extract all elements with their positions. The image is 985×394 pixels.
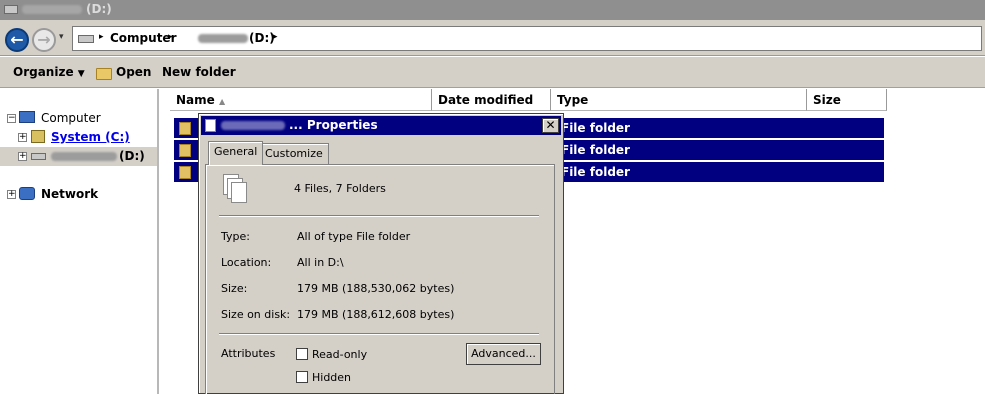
command-bar: Organize ▼ Open New folder <box>0 57 985 88</box>
breadcrumb-separator-icon[interactable]: ▸ <box>273 32 278 42</box>
redacted-drive-name <box>22 5 82 14</box>
collapse-icon[interactable]: − <box>7 114 16 123</box>
type-value: All of type File folder <box>297 230 411 243</box>
type-label: Type: <box>221 230 250 243</box>
tree-item-network[interactable]: + Network <box>0 185 157 204</box>
computer-icon <box>19 111 35 123</box>
properties-dialog: ... Properties ✕ General Customize 4 Fil… <box>198 113 564 394</box>
organize-label: Organize <box>13 65 74 79</box>
recent-pages-dropdown-icon[interactable]: ▾ <box>59 32 64 42</box>
chevron-down-icon: ▼ <box>77 69 85 79</box>
tab-customize[interactable]: Customize <box>259 143 329 164</box>
folder-icon <box>179 144 191 157</box>
organize-button[interactable]: Organize ▼ <box>13 65 85 79</box>
tree-label-system-c: System (C:) <box>51 130 130 144</box>
tree-label-drive-d: (D:) <box>119 149 145 163</box>
sort-ascending-icon: ▲ <box>218 97 226 106</box>
location-value: All in D:\ <box>297 256 344 269</box>
close-icon[interactable]: ✕ <box>542 118 559 133</box>
network-icon <box>19 187 35 200</box>
dialog-title: ... Properties <box>289 118 378 132</box>
navigation-pane: − Computer + System (C:) + (D:) + Networ… <box>0 89 159 394</box>
readonly-label[interactable]: Read-only <box>312 348 367 361</box>
new-folder-button[interactable]: New folder <box>162 65 236 79</box>
breadcrumb-computer[interactable]: Computer <box>110 31 176 45</box>
location-label: Location: <box>221 256 272 269</box>
attributes-label: Attributes <box>221 347 276 360</box>
column-name-label: Name <box>176 93 215 107</box>
expand-icon[interactable]: + <box>7 190 16 199</box>
breadcrumb-separator-icon[interactable]: ▸ <box>168 32 173 42</box>
tree-label-computer: Computer <box>41 111 101 125</box>
redacted-drive-name <box>198 34 248 43</box>
size-value: 179 MB (188,530,062 bytes) <box>297 282 455 295</box>
drive-icon <box>4 5 18 14</box>
hidden-label[interactable]: Hidden <box>312 371 351 384</box>
system-drive-icon <box>31 130 45 143</box>
column-header-size[interactable]: Size <box>807 89 887 111</box>
row-type: File folder <box>561 165 630 179</box>
drive-icon <box>31 153 46 160</box>
advanced-button[interactable]: Advanced... <box>466 343 541 365</box>
redacted-item-name <box>221 121 285 130</box>
dialog-title-bar[interactable]: ... Properties ✕ <box>201 116 561 135</box>
expand-icon[interactable]: + <box>18 133 27 142</box>
breadcrumb-separator-icon[interactable]: ▸ <box>99 32 104 42</box>
column-header-name[interactable]: Name ▲ <box>170 89 432 111</box>
expand-icon[interactable]: + <box>18 152 27 161</box>
window-title-bar: (D:) <box>0 0 985 20</box>
divider <box>219 215 539 217</box>
row-type: File folder <box>561 121 630 135</box>
column-header-date-modified[interactable]: Date modified <box>432 89 551 111</box>
documents-icon <box>205 119 216 132</box>
size-label: Size: <box>221 282 248 295</box>
address-bar-area: ← → ▾ ▸ Computer ▸ (D:) ▸ <box>0 20 985 56</box>
folder-icon <box>179 166 191 179</box>
tree-label-network: Network <box>41 187 99 201</box>
folder-icon <box>179 122 191 135</box>
back-arrow-icon[interactable]: ← <box>5 28 29 52</box>
size-on-disk-label: Size on disk: <box>221 308 291 321</box>
divider <box>219 333 539 335</box>
open-button[interactable]: Open <box>116 65 151 79</box>
window-title: (D:) <box>86 2 112 16</box>
tab-general[interactable]: General <box>208 141 264 165</box>
tree-item-computer[interactable]: − Computer <box>0 109 157 128</box>
row-type: File folder <box>561 143 630 157</box>
multiple-files-icon <box>223 174 251 206</box>
redacted-drive-name <box>51 152 117 161</box>
tree-item-drive-d[interactable]: + (D:) <box>0 147 157 166</box>
selection-summary: 4 Files, 7 Folders <box>294 182 386 195</box>
column-header-type[interactable]: Type <box>551 89 807 111</box>
open-folder-icon <box>96 68 112 80</box>
forward-arrow-icon[interactable]: → <box>32 28 56 52</box>
breadcrumb-drive[interactable]: (D:) <box>249 31 275 45</box>
hidden-checkbox[interactable] <box>296 371 308 383</box>
size-on-disk-value: 179 MB (188,612,608 bytes) <box>297 308 455 321</box>
tree-item-system-c[interactable]: + System (C:) <box>0 128 157 147</box>
readonly-checkbox[interactable] <box>296 348 308 360</box>
address-field[interactable]: ▸ Computer ▸ (D:) ▸ <box>72 26 982 51</box>
drive-icon <box>78 35 94 43</box>
